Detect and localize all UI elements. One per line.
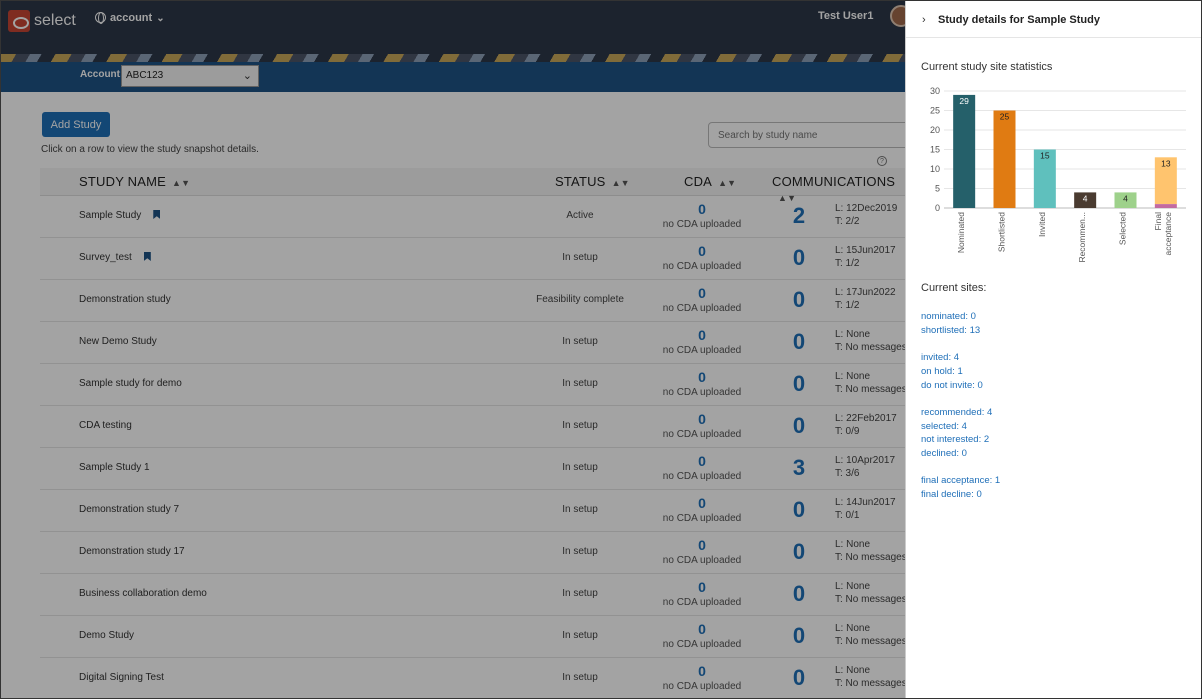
data-label: 4 bbox=[1123, 193, 1128, 203]
x-tick-label: Final bbox=[1153, 212, 1163, 231]
bar bbox=[993, 110, 1016, 208]
x-tick-label: Invited bbox=[1037, 212, 1047, 237]
x-tick-label: Recommen... bbox=[1077, 212, 1087, 263]
data-label: 29 bbox=[959, 96, 969, 106]
bar-segment bbox=[1154, 204, 1177, 208]
site-count-item[interactable]: declined: 0 bbox=[921, 448, 967, 459]
panel-title: Study details for Sample Study bbox=[938, 14, 1100, 26]
y-tick-label: 5 bbox=[935, 184, 940, 194]
modal-backdrop[interactable] bbox=[0, 0, 905, 699]
site-count-item[interactable]: not interested: 2 bbox=[921, 434, 989, 445]
bar bbox=[953, 94, 976, 208]
x-tick-label: Shortlisted bbox=[997, 212, 1007, 252]
y-tick-label: 25 bbox=[930, 106, 940, 116]
x-tick-label: Selected bbox=[1118, 212, 1128, 245]
x-tick-label: acceptance bbox=[1163, 212, 1173, 256]
site-count-item[interactable]: final acceptance: 1 bbox=[921, 475, 1000, 486]
chevron-right-icon[interactable]: › bbox=[922, 14, 926, 26]
y-tick-label: 20 bbox=[930, 125, 940, 135]
site-statistics-chart: 0 5 10 15 20 25 30 29 Nominated 25 Shortlisted 15 In… bbox=[930, 86, 1186, 263]
site-count-item[interactable]: selected: 4 bbox=[921, 421, 967, 432]
y-tick-label: 15 bbox=[930, 145, 940, 155]
site-count-item[interactable]: do not invite: 0 bbox=[921, 380, 983, 391]
data-label: 4 bbox=[1083, 193, 1088, 203]
data-label: 25 bbox=[1000, 112, 1010, 122]
data-label: 15 bbox=[1040, 151, 1050, 161]
site-count-item[interactable]: on hold: 1 bbox=[921, 366, 963, 377]
site-count-item[interactable]: shortlisted: 13 bbox=[921, 325, 980, 336]
y-tick-label: 30 bbox=[930, 86, 940, 96]
site-count-item[interactable]: nominated: 0 bbox=[921, 311, 976, 322]
site-count-item[interactable]: recommended: 4 bbox=[921, 407, 992, 418]
site-count-item[interactable]: invited: 4 bbox=[921, 352, 959, 363]
panel-header: › Study details for Sample Study bbox=[906, 0, 1202, 38]
study-details-panel: › Study details for Sample Study Current… bbox=[905, 0, 1202, 699]
data-label: 13 bbox=[1161, 158, 1171, 168]
y-tick-label: 0 bbox=[935, 203, 940, 213]
stats-title: Current study site statistics bbox=[921, 61, 1053, 73]
y-tick-label: 10 bbox=[930, 164, 940, 174]
site-count-item[interactable]: final decline: 0 bbox=[921, 489, 982, 500]
x-tick-label: Nominated bbox=[956, 212, 966, 253]
sites-title: Current sites: bbox=[921, 282, 987, 294]
